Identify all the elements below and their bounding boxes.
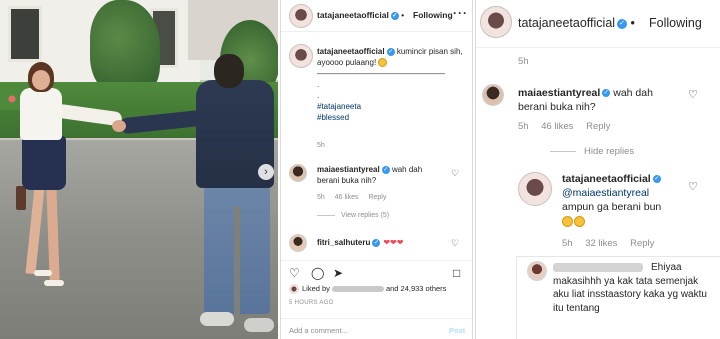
avatar [289, 284, 299, 295]
avatar[interactable] [289, 44, 313, 68]
more-icon[interactable]: ··· [453, 6, 468, 20]
verified-badge-icon: ✓ [386, 47, 395, 56]
reply-body: Ehiyaa makasihhh ya kak tata semenjak ak… [553, 262, 707, 314]
bookmark-icon[interactable]: □ [453, 267, 460, 279]
post-comment-button[interactable]: Post [449, 326, 465, 335]
add-comment-input[interactable]: Add a comment... [289, 326, 348, 335]
comment-meta: 5h 46 likes Reply [518, 121, 620, 132]
comment-likes[interactable]: 46 likes [335, 194, 359, 201]
heart-icon[interactable]: ♡ [451, 238, 459, 249]
reply-button[interactable]: Reply [586, 121, 610, 132]
photo-tree [90, 0, 160, 95]
heart-icon[interactable]: ♡ [688, 180, 698, 193]
hashtag-link[interactable]: #tatajaneeta [317, 102, 361, 111]
caption-time: 5h [317, 142, 325, 149]
photo-woman-shoe [34, 270, 52, 276]
reply-button[interactable]: Reply [368, 194, 386, 201]
reply-text: Ehiyaa makasihhh ya kak tata semenjak ak… [553, 261, 713, 315]
zoom-header: tatajaneetaofficial ✓ • Following [476, 0, 720, 48]
verified-badge-icon: ✓ [372, 238, 381, 247]
photo-woman-skirt [22, 136, 66, 190]
comment-text: maiaestiantyreal ✓ wah dah berani buka ni… [518, 86, 678, 114]
avatar[interactable] [289, 164, 307, 182]
comment-meta: 5h 46 likes Reply [317, 194, 394, 201]
verified-badge-icon: ✓ [602, 89, 611, 98]
hearts-emoji: ❤❤❤ [383, 238, 404, 247]
reply-time: 5h [562, 238, 573, 249]
hide-replies-button[interactable]: Hide replies [550, 146, 634, 157]
follow-button[interactable]: Following [649, 16, 702, 30]
photo-man-shoe [244, 318, 274, 332]
caption-time: 5h [518, 56, 529, 67]
photo-woman-shirt [20, 88, 62, 140]
post-time-ago: 5 HOURS AGO [289, 300, 334, 306]
verified-badge-icon: ✓ [652, 175, 661, 184]
comment-item: fitri_salhuteru ✓ ❤❤❤ ♡ [281, 232, 472, 254]
verified-badge-icon: ✓ [390, 11, 399, 20]
verified-badge-icon: ✓ [617, 18, 628, 29]
follow-button[interactable]: Following [413, 10, 453, 20]
comment-time: 5h [317, 194, 325, 201]
comment-username[interactable]: maiaestiantyreal [317, 165, 380, 174]
post-photo[interactable]: › [0, 0, 278, 339]
comments-zoom-panel: tatajaneetaofficial ✓ • Following 5h maia… [475, 0, 720, 339]
heart-icon[interactable]: ♡ [688, 88, 698, 101]
comment-likes[interactable]: 46 likes [541, 121, 573, 132]
photo-window [8, 6, 42, 62]
caption-dot: . [317, 80, 320, 89]
liked-by[interactable]: Liked by and 24,933 others [289, 284, 446, 295]
reply-likes[interactable]: 32 likes [585, 238, 617, 249]
caption-divider: ———————————————— [317, 69, 445, 78]
chevron-right-icon[interactable]: › [258, 164, 274, 180]
reply-button[interactable]: Reply [630, 238, 654, 249]
grinning-sweat-emoji-icon [562, 215, 573, 227]
share-icon[interactable]: ➤ [333, 267, 343, 279]
grinning-emoji-icon [378, 58, 388, 68]
photo-woman-shoe [44, 280, 64, 286]
photo-man-leg-gap [234, 206, 240, 314]
caption-text: tatajaneetaofficial ✓ kumincir pisan sih,… [317, 46, 465, 123]
caption-username[interactable]: tatajaneetaofficial [317, 47, 385, 56]
avatar[interactable] [527, 261, 547, 281]
zoom-username[interactable]: tatajaneetaofficial ✓ • [518, 16, 635, 30]
photo-woman-face [32, 70, 50, 90]
avatar[interactable] [289, 234, 307, 252]
post-header: tatajaneetaofficial ✓ • Following ··· [281, 0, 472, 32]
mention-link[interactable]: @maiaestiantyreal [562, 187, 649, 199]
hashtag-link[interactable]: #blessed [317, 113, 349, 122]
add-comment-bar: Add a comment... Post [281, 318, 472, 339]
caption-dot: . [317, 91, 320, 100]
reply-username[interactable]: tatajaneetaofficial [562, 173, 651, 185]
comment-time: 5h [518, 121, 529, 132]
photo-man-shoe [200, 312, 234, 326]
reply-item: Ehiyaa makasihhh ya kak tata semenjak ak… [516, 256, 720, 339]
reply-text: tatajaneetaofficial ✓ @maiaestiantyreal a… [562, 172, 688, 228]
comment-text: fitri_salhuteru ✓ ❤❤❤ [317, 238, 403, 247]
grinning-sweat-emoji-icon [574, 215, 585, 227]
heart-icon[interactable]: ♡ [289, 267, 300, 279]
photo-man-head [214, 54, 244, 88]
photo-holding-hands [112, 120, 126, 132]
comment-item: maiaestiantyreal ✓ wah dah berani buka ni… [281, 160, 472, 230]
avatar[interactable] [480, 6, 512, 38]
comment-icon[interactable]: ◯ [311, 267, 324, 279]
blurred-username [331, 286, 384, 293]
verified-badge-icon: ✓ [381, 165, 390, 174]
photo-woman-bag [16, 186, 26, 210]
action-bar: ♡ ◯ ➤ □ [281, 260, 472, 284]
avatar[interactable] [482, 84, 504, 106]
avatar[interactable] [518, 172, 552, 206]
comment-username[interactable]: maiaestiantyreal [518, 87, 600, 99]
post-sidebar: tatajaneetaofficial ✓ • Following ··· tat… [280, 0, 473, 339]
comment-username[interactable]: fitri_salhuteru [317, 238, 370, 247]
reply-body: ampun ga berani bun [562, 201, 662, 213]
heart-icon[interactable]: ♡ [451, 168, 459, 179]
reply-meta: 5h 32 likes Reply [562, 238, 664, 249]
post-username[interactable]: tatajaneetaofficial ✓ • [317, 10, 404, 20]
comment-text: maiaestiantyreal ✓ wah dah berani buka ni… [317, 164, 435, 186]
view-replies-button[interactable]: View replies (5) [317, 212, 389, 219]
avatar[interactable] [289, 4, 313, 28]
